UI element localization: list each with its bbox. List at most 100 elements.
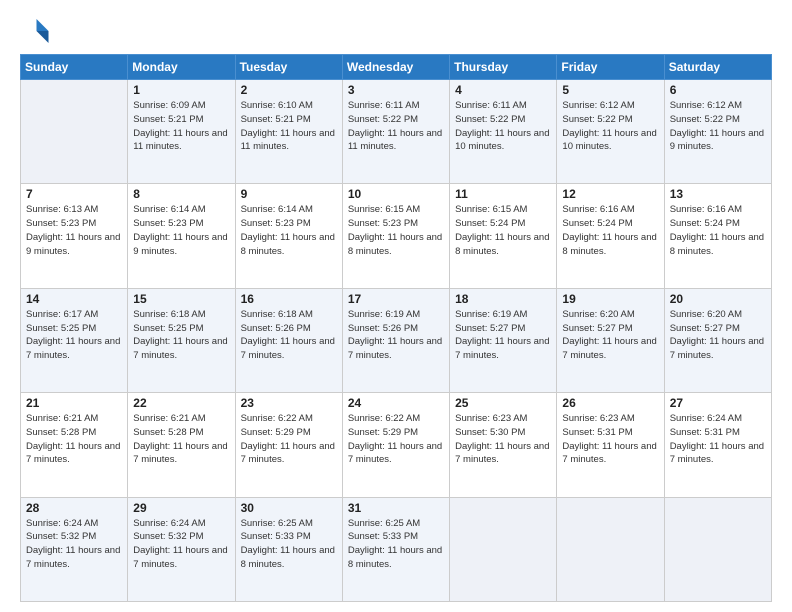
calendar-day-cell: 24 Sunrise: 6:22 AMSunset: 5:29 PMDayligh… (342, 393, 449, 497)
day-number: 30 (241, 501, 337, 515)
day-info: Sunrise: 6:16 AMSunset: 5:24 PMDaylight:… (562, 203, 658, 258)
calendar-day-cell (557, 497, 664, 601)
calendar-day-cell: 19Sunrise: 6:20 AMSunset: 5:27 PMDayligh… (557, 288, 664, 392)
calendar-day-cell: 4 Sunrise: 6:11 AMSunset: 5:22 PMDaylight… (450, 80, 557, 184)
calendar-week-row: 7 Sunrise: 6:13 AMSunset: 5:23 PMDaylight… (21, 184, 772, 288)
calendar-day-cell: 3 Sunrise: 6:11 AMSunset: 5:22 PMDaylight… (342, 80, 449, 184)
day-info: Sunrise: 6:12 AMSunset: 5:22 PMDaylight:… (562, 99, 658, 154)
day-info: Sunrise: 6:11 AMSunset: 5:22 PMDaylight:… (348, 99, 444, 154)
day-info: Sunrise: 6:23 AMSunset: 5:31 PMDaylight:… (562, 412, 658, 467)
calendar-day-cell: 15 Sunrise: 6:18 AMSunset: 5:25 PMDayligh… (128, 288, 235, 392)
day-number: 6 (670, 83, 766, 97)
day-info: Sunrise: 6:23 AMSunset: 5:30 PMDaylight:… (455, 412, 551, 467)
day-info: Sunrise: 6:25 AMSunset: 5:33 PMDaylight:… (348, 517, 444, 572)
day-info: Sunrise: 6:20 AMSunset: 5:27 PMDaylight:… (562, 308, 658, 363)
weekday-header-wednesday: Wednesday (342, 55, 449, 80)
calendar-day-cell: 5 Sunrise: 6:12 AMSunset: 5:22 PMDaylight… (557, 80, 664, 184)
day-info: Sunrise: 6:24 AMSunset: 5:31 PMDaylight:… (670, 412, 766, 467)
day-number: 11 (455, 187, 551, 201)
day-number: 28 (26, 501, 122, 515)
day-number: 14 (26, 292, 122, 306)
day-number: 20 (670, 292, 766, 306)
calendar-day-cell: 18 Sunrise: 6:19 AMSunset: 5:27 PMDayligh… (450, 288, 557, 392)
calendar-day-cell: 16Sunrise: 6:18 AMSunset: 5:26 PMDayligh… (235, 288, 342, 392)
weekday-header-thursday: Thursday (450, 55, 557, 80)
day-info: Sunrise: 6:19 AMSunset: 5:27 PMDaylight:… (455, 308, 551, 363)
day-info: Sunrise: 6:09 AMSunset: 5:21 PMDaylight:… (133, 99, 229, 154)
day-info: Sunrise: 6:13 AMSunset: 5:23 PMDaylight:… (26, 203, 122, 258)
day-number: 21 (26, 396, 122, 410)
day-info: Sunrise: 6:17 AMSunset: 5:25 PMDaylight:… (26, 308, 122, 363)
calendar-day-cell: 6 Sunrise: 6:12 AMSunset: 5:22 PMDaylight… (664, 80, 771, 184)
calendar-day-cell: 22 Sunrise: 6:21 AMSunset: 5:28 PMDayligh… (128, 393, 235, 497)
day-number: 31 (348, 501, 444, 515)
calendar-week-row: 28 Sunrise: 6:24 AMSunset: 5:32 PMDayligh… (21, 497, 772, 601)
day-info: Sunrise: 6:10 AMSunset: 5:21 PMDaylight:… (241, 99, 337, 154)
day-number: 2 (241, 83, 337, 97)
calendar-week-row: 21 Sunrise: 6:21 AMSunset: 5:28 PMDayligh… (21, 393, 772, 497)
day-number: 4 (455, 83, 551, 97)
day-info: Sunrise: 6:12 AMSunset: 5:22 PMDaylight:… (670, 99, 766, 154)
day-number: 1 (133, 83, 229, 97)
calendar-day-cell: 28 Sunrise: 6:24 AMSunset: 5:32 PMDayligh… (21, 497, 128, 601)
day-number: 15 (133, 292, 229, 306)
day-info: Sunrise: 6:21 AMSunset: 5:28 PMDaylight:… (133, 412, 229, 467)
calendar-day-cell: 14 Sunrise: 6:17 AMSunset: 5:25 PMDayligh… (21, 288, 128, 392)
calendar-day-cell (664, 497, 771, 601)
calendar-week-row: 14 Sunrise: 6:17 AMSunset: 5:25 PMDayligh… (21, 288, 772, 392)
day-number: 17 (348, 292, 444, 306)
calendar-day-cell: 7 Sunrise: 6:13 AMSunset: 5:23 PMDaylight… (21, 184, 128, 288)
day-info: Sunrise: 6:20 AMSunset: 5:27 PMDaylight:… (670, 308, 766, 363)
day-info: Sunrise: 6:19 AMSunset: 5:26 PMDaylight:… (348, 308, 444, 363)
day-number: 16 (241, 292, 337, 306)
day-number: 9 (241, 187, 337, 201)
day-number: 18 (455, 292, 551, 306)
calendar-day-cell: 17 Sunrise: 6:19 AMSunset: 5:26 PMDayligh… (342, 288, 449, 392)
day-number: 23 (241, 396, 337, 410)
calendar-day-cell (21, 80, 128, 184)
header (20, 16, 772, 46)
day-number: 10 (348, 187, 444, 201)
logo-icon (20, 16, 50, 46)
day-info: Sunrise: 6:22 AMSunset: 5:29 PMDaylight:… (348, 412, 444, 467)
calendar-day-cell: 25 Sunrise: 6:23 AMSunset: 5:30 PMDayligh… (450, 393, 557, 497)
weekday-header-sunday: Sunday (21, 55, 128, 80)
calendar-day-cell: 23Sunrise: 6:22 AMSunset: 5:29 PMDayligh… (235, 393, 342, 497)
weekday-header-friday: Friday (557, 55, 664, 80)
calendar-day-cell: 10Sunrise: 6:15 AMSunset: 5:23 PMDayligh… (342, 184, 449, 288)
weekday-header-saturday: Saturday (664, 55, 771, 80)
day-info: Sunrise: 6:24 AMSunset: 5:32 PMDaylight:… (26, 517, 122, 572)
day-info: Sunrise: 6:18 AMSunset: 5:25 PMDaylight:… (133, 308, 229, 363)
calendar-day-cell: 8Sunrise: 6:14 AMSunset: 5:23 PMDaylight… (128, 184, 235, 288)
day-number: 26 (562, 396, 658, 410)
day-number: 12 (562, 187, 658, 201)
calendar-day-cell: 30 Sunrise: 6:25 AMSunset: 5:33 PMDayligh… (235, 497, 342, 601)
day-number: 29 (133, 501, 229, 515)
calendar-day-cell: 9Sunrise: 6:14 AMSunset: 5:23 PMDaylight… (235, 184, 342, 288)
weekday-header-monday: Monday (128, 55, 235, 80)
calendar-day-cell: 2 Sunrise: 6:10 AMSunset: 5:21 PMDaylight… (235, 80, 342, 184)
calendar-day-cell: 20 Sunrise: 6:20 AMSunset: 5:27 PMDayligh… (664, 288, 771, 392)
day-number: 24 (348, 396, 444, 410)
calendar-day-cell (450, 497, 557, 601)
day-number: 8 (133, 187, 229, 201)
calendar-day-cell: 1 Sunrise: 6:09 AMSunset: 5:21 PMDaylight… (128, 80, 235, 184)
day-number: 25 (455, 396, 551, 410)
day-info: Sunrise: 6:25 AMSunset: 5:33 PMDaylight:… (241, 517, 337, 572)
calendar-day-cell: 27 Sunrise: 6:24 AMSunset: 5:31 PMDayligh… (664, 393, 771, 497)
calendar-day-cell: 13Sunrise: 6:16 AMSunset: 5:24 PMDayligh… (664, 184, 771, 288)
day-number: 27 (670, 396, 766, 410)
calendar-week-row: 1 Sunrise: 6:09 AMSunset: 5:21 PMDaylight… (21, 80, 772, 184)
day-info: Sunrise: 6:21 AMSunset: 5:28 PMDaylight:… (26, 412, 122, 467)
day-number: 7 (26, 187, 122, 201)
day-info: Sunrise: 6:15 AMSunset: 5:24 PMDaylight:… (455, 203, 551, 258)
calendar-day-cell: 21 Sunrise: 6:21 AMSunset: 5:28 PMDayligh… (21, 393, 128, 497)
day-number: 5 (562, 83, 658, 97)
day-number: 13 (670, 187, 766, 201)
calendar-day-cell: 31 Sunrise: 6:25 AMSunset: 5:33 PMDayligh… (342, 497, 449, 601)
day-number: 22 (133, 396, 229, 410)
day-info: Sunrise: 6:11 AMSunset: 5:22 PMDaylight:… (455, 99, 551, 154)
calendar-day-cell: 29Sunrise: 6:24 AMSunset: 5:32 PMDayligh… (128, 497, 235, 601)
day-number: 3 (348, 83, 444, 97)
calendar-day-cell: 11 Sunrise: 6:15 AMSunset: 5:24 PMDayligh… (450, 184, 557, 288)
